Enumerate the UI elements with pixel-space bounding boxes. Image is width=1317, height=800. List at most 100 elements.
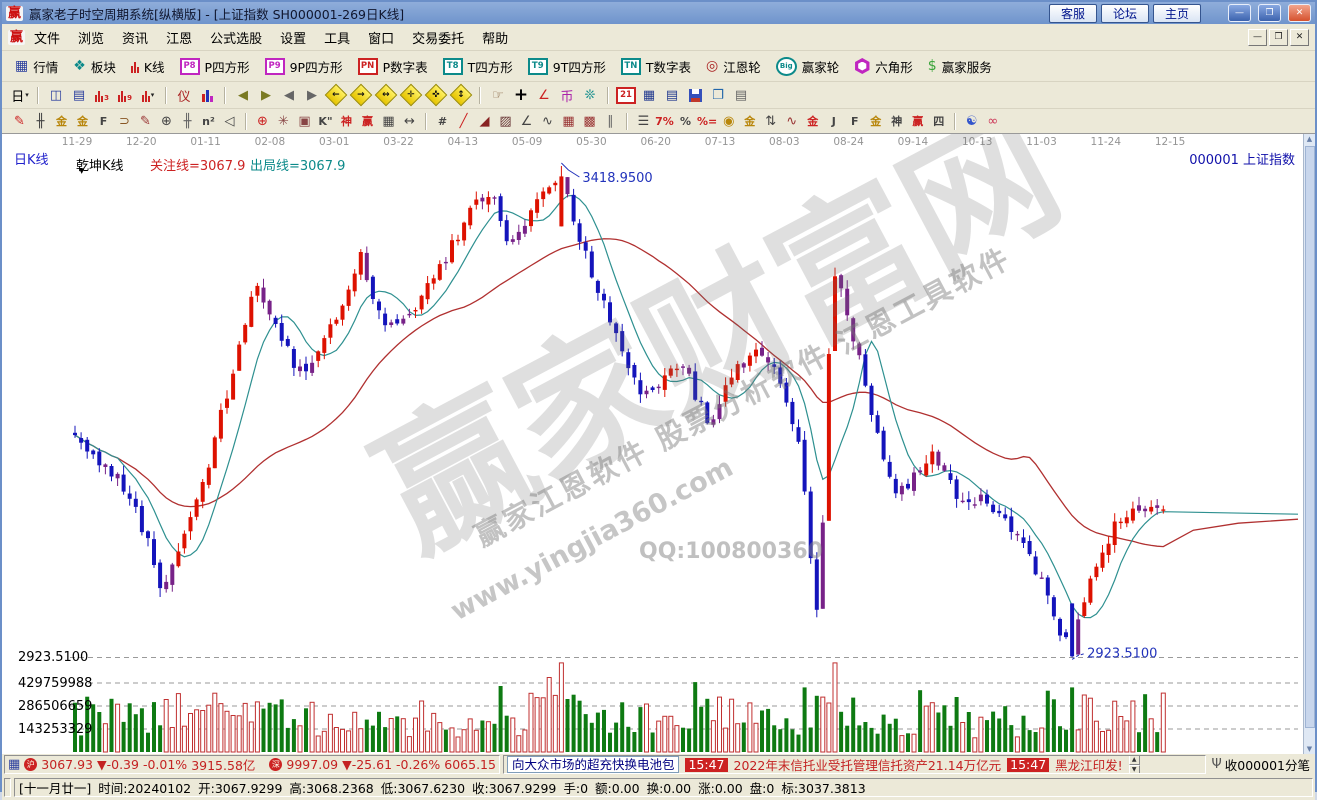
multi-chart-icon[interactable] [197, 85, 217, 105]
gann-draw-tool-47[interactable]: ☯ [962, 112, 981, 130]
scroll-down-icon[interactable]: ▼ [1304, 744, 1315, 754]
gann-draw-tool-17[interactable]: 赢 [358, 112, 377, 130]
spin-up-icon[interactable]: ▲ [1129, 755, 1140, 765]
gann-draw-tool-34[interactable]: %= [697, 112, 717, 130]
shift-left-icon[interactable]: ← [325, 85, 347, 105]
shenzhen-index-icon[interactable]: 深 [269, 758, 282, 771]
toolbar-button-hexagon[interactable]: 六角形 [851, 55, 916, 78]
info-panel-icon[interactable]: ▤ [69, 85, 89, 105]
scrollbar-thumb[interactable] [1305, 146, 1315, 728]
gann-teal-tool-icon[interactable]: ❊ [580, 85, 600, 105]
titlebar-button[interactable]: 主页 [1153, 4, 1201, 23]
mdi-control-button[interactable]: ❐ [1269, 29, 1288, 46]
toolbar-button-kline[interactable]: K线 [128, 55, 168, 78]
titlebar-button[interactable]: 客服 [1049, 4, 1097, 23]
toolbar-button-quotes[interactable]: ▦行情 [12, 55, 61, 78]
gann-draw-tool-7[interactable]: ⊕ [157, 112, 176, 130]
gann-draw-tool-45[interactable]: 四 [929, 112, 948, 130]
gann-draw-tool-26[interactable]: ∿ [538, 112, 557, 130]
mdi-control-button[interactable]: ✕ [1290, 29, 1309, 46]
menu-item[interactable]: 窗口 [359, 25, 403, 50]
gann-draw-tool-37[interactable]: ⇅ [761, 112, 780, 130]
menu-item[interactable]: 设置 [271, 25, 315, 50]
shanghai-index-icon[interactable]: 沪 [24, 758, 37, 771]
gann-draw-tool-21[interactable]: # [433, 112, 452, 130]
expand-horizontal-icon[interactable]: ↔ [375, 85, 397, 105]
gann-draw-tool-39[interactable]: 金 [803, 112, 822, 130]
scroll-up-icon[interactable]: ▲ [1304, 134, 1315, 144]
calendar-icon[interactable]: 21 [616, 85, 636, 105]
gann-purple-tool-icon[interactable]: 币 [557, 85, 577, 105]
cross-center-icon[interactable]: ✜ [425, 85, 447, 105]
menu-item[interactable]: 江恩 [157, 25, 201, 50]
news-scroll-spinner[interactable]: ▲▼ [1129, 755, 1140, 774]
k9-icon[interactable]: 9 [115, 85, 135, 105]
cross-move-icon[interactable]: ✛ [400, 85, 422, 105]
gann-draw-tool-36[interactable]: 金 [740, 112, 759, 130]
gann-draw-tool-38[interactable]: ∿ [782, 112, 801, 130]
gann-draw-tool-6[interactable]: ✎ [136, 112, 155, 130]
gann-draw-tool-16[interactable]: 神 [337, 112, 356, 130]
indicator-dropdown-icon[interactable]: ▼ [79, 167, 84, 175]
menu-item[interactable]: 浏览 [69, 25, 113, 50]
gann-draw-tool-2[interactable]: 金 [52, 112, 71, 130]
k3-icon[interactable]: 3 [92, 85, 112, 105]
gann-draw-tool-10[interactable]: ◁ [220, 112, 239, 130]
gann-draw-tool-8[interactable]: ╫ [178, 112, 197, 130]
angle-tool-icon[interactable]: ∠ [534, 85, 554, 105]
gann-draw-tool-41[interactable]: F [845, 112, 864, 130]
toolbar-button-p-square[interactable]: P8P四方形 [177, 55, 253, 78]
toolbar-button-winner-wheel[interactable]: Big赢家轮 [773, 55, 843, 78]
toolbar-button-t-square[interactable]: T8T四方形 [440, 55, 516, 78]
gann-draw-tool-14[interactable]: ▣ [295, 112, 314, 130]
candle-style-icon[interactable]: ▾ [138, 85, 158, 105]
menu-item[interactable]: 资讯 [113, 25, 157, 50]
toolbar-button-9t-square[interactable]: T99T四方形 [525, 55, 609, 78]
gann-draw-tool-0[interactable]: ✎ [10, 112, 29, 130]
gann-draw-tool-3[interactable]: 金 [73, 112, 92, 130]
toolbar-button-p-number-table[interactable]: PNP数字表 [355, 55, 431, 78]
menu-item[interactable]: 文件 [25, 25, 69, 50]
gann-draw-tool-27[interactable]: ▦ [559, 112, 578, 130]
toolbar-button-t-number-table[interactable]: TNT数字表 [618, 55, 694, 78]
last-bar-icon[interactable]: ▶ [256, 85, 276, 105]
gann-draw-tool-25[interactable]: ∠ [517, 112, 536, 130]
gann-draw-tool-22[interactable]: ╱ [454, 112, 473, 130]
gann-draw-tool-12[interactable]: ⊕ [253, 112, 272, 130]
gann-draw-tool-28[interactable]: ▩ [580, 112, 599, 130]
gann-draw-tool-32[interactable]: 7% [655, 112, 674, 130]
gann-draw-tool-15[interactable]: K" [316, 112, 335, 130]
menu-item[interactable]: 交易委托 [403, 25, 473, 50]
pan-hand-icon[interactable]: ☞ [488, 85, 508, 105]
shift-vertical-icon[interactable]: ↕ [450, 85, 472, 105]
gann-draw-tool-5[interactable]: ⊃ [115, 112, 134, 130]
menu-item[interactable]: 工具 [315, 25, 359, 50]
gann-draw-tool-33[interactable]: % [676, 112, 695, 130]
news-headline[interactable]: 向大众市场的超充快换电池包 [507, 756, 680, 773]
gann-draw-tool-23[interactable]: ◢ [475, 112, 494, 130]
gann-draw-tool-13[interactable]: ✳ [274, 112, 293, 130]
chart-area[interactable]: 11-2912-2001-1102-0803-0103-2204-1305-09… [2, 134, 1315, 754]
chart-vertical-scrollbar[interactable]: ▲ ▼ [1303, 134, 1315, 754]
notepad-icon[interactable]: ▤ [662, 85, 682, 105]
toolbar-button-gann-wheel[interactable]: ◎江恩轮 [703, 55, 764, 78]
gann-draw-tool-19[interactable]: ↔ [400, 112, 419, 130]
spin-down-icon[interactable]: ▼ [1129, 765, 1140, 775]
gann-draw-tool-35[interactable]: ◉ [719, 112, 738, 130]
print-icon[interactable]: ▤ [731, 85, 751, 105]
gann-draw-tool-29[interactable]: ∥ [601, 112, 620, 130]
gann-draw-tool-40[interactable]: J [824, 112, 843, 130]
gann-draw-tool-48[interactable]: ∞ [983, 112, 1002, 130]
next-bar-icon[interactable]: ▶ [302, 85, 322, 105]
instrument-icon[interactable]: 仪 [174, 85, 194, 105]
gann-draw-tool-43[interactable]: 神 [887, 112, 906, 130]
gann-draw-tool-24[interactable]: ▨ [496, 112, 515, 130]
gann-draw-tool-1[interactable]: ╫ [31, 112, 50, 130]
close-button[interactable]: ✕ [1288, 4, 1311, 22]
gann-draw-tool-9[interactable]: n² [199, 112, 218, 130]
mdi-control-button[interactable]: — [1248, 29, 1267, 46]
first-bar-icon[interactable]: ◀ [233, 85, 253, 105]
gann-draw-tool-18[interactable]: ▦ [379, 112, 398, 130]
menu-item[interactable]: 公式选股 [201, 25, 271, 50]
gann-draw-tool-42[interactable]: 金 [866, 112, 885, 130]
